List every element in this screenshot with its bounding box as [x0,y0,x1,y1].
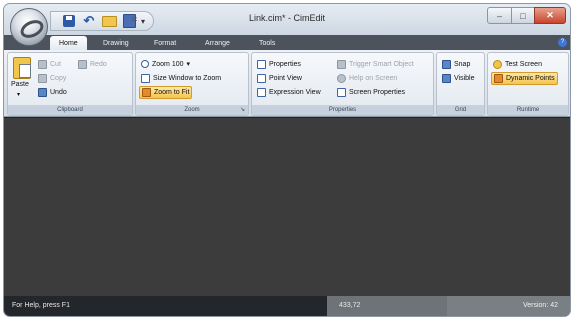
zoom-group-label: Zoom [136,105,248,115]
status-coordinates-pane: 433,72 [327,296,447,316]
ribbon-tab-bar: Home Drawing Format Arrange Tools ? [4,35,570,50]
application-menu-button[interactable] [10,8,48,46]
dynamic-points-label: Dynamic Points [506,75,555,82]
zoom-to-fit-icon [142,88,151,97]
grid-visible-icon [442,73,451,83]
paste-label: Paste [11,81,29,88]
ribbon: Paste ▾ Cut Redo Copy Undo Clipboard Zoo… [4,50,570,117]
point-view-icon [257,73,266,83]
minimize-button[interactable]: – [487,7,512,24]
expression-view-icon [257,87,266,97]
runtime-group: Test Screen Dynamic Points Runtime [487,52,569,116]
test-screen-button[interactable]: Test Screen [491,58,544,70]
cursor-coordinates: 433,72 [339,302,361,309]
trigger-smart-object-button[interactable]: Trigger Smart Object [335,58,416,70]
help-icon[interactable]: ? [558,38,567,47]
undo-label: Undo [50,88,67,96]
zoom-group: Zoom 100 ▾ Size Window to Zoom Zoom to Fi… [135,52,249,116]
lightbulb-icon [493,59,502,69]
visible-button[interactable]: Visible [440,72,477,84]
properties-group: Properties Point View Expression View Tr… [251,52,434,116]
close-icon: ✕ [546,10,554,20]
cut-button[interactable]: Cut [36,58,63,70]
editor-canvas[interactable] [4,117,570,297]
grid-group: Snap Visible Grid [436,52,485,116]
tab-home[interactable]: Home [50,36,87,50]
cut-icon [38,59,47,69]
paste-dropdown-icon: ▾ [17,92,21,98]
window-title: Link.cim* - CimEdit [248,13,325,23]
maximize-button[interactable]: □ [511,7,535,24]
status-help-text: For Help, press F1 [12,302,70,309]
dynamic-points-icon [494,74,503,83]
trigger-smart-object-label: Trigger Smart Object [349,60,414,68]
properties-group-label: Properties [252,105,433,115]
title-bar: ↶ ▾ = Link.cim* - CimEdit – □ ✕ [4,4,570,35]
clipboard-group-label: Clipboard [8,105,132,115]
test-screen-label: Test Screen [505,60,542,68]
paste-icon [13,57,31,79]
screen-properties-icon [337,87,346,97]
app-logo-icon [17,16,47,42]
zoom-100-dropdown[interactable]: Zoom 100 ▾ [139,58,192,70]
grid-group-label: Grid [437,105,484,115]
undo-icon [38,87,47,97]
redo-label: Redo [90,60,107,68]
properties-button[interactable]: Properties [255,58,303,70]
copy-label: Copy [50,74,67,82]
runtime-group-label: Runtime [488,105,568,115]
redo-icon [78,59,87,69]
status-version-pane: Version: 42 [447,296,570,316]
help-on-screen-button[interactable]: Help on Screen [335,72,399,84]
copy-button[interactable]: Copy [36,72,68,84]
snap-icon [442,59,451,69]
point-view-button[interactable]: Point View [255,72,304,84]
chevron-down-icon: ▾ [186,61,191,68]
properties-label: Properties [269,60,301,68]
tab-arrange[interactable]: Arrange [205,37,230,50]
close-button[interactable]: ✕ [534,7,566,24]
help-on-screen-label: Help on Screen [349,74,398,82]
screen-properties-label: Screen Properties [349,88,406,96]
undo-button[interactable]: Undo [36,86,69,98]
zoom-dialog-launcher-icon[interactable]: ↘ [239,107,246,114]
trigger-smart-object-icon [337,59,346,69]
size-window-label: Size Window to Zoom [153,74,222,82]
screen-properties-button[interactable]: Screen Properties [335,86,407,98]
application-window: ↶ ▾ = Link.cim* - CimEdit – □ ✕ Home Dra… [3,3,571,317]
visible-label: Visible [454,74,475,82]
tab-format[interactable]: Format [154,37,176,50]
status-bar: For Help, press F1 433,72 Version: 42 [4,296,570,316]
size-window-icon [141,73,150,83]
expression-view-label: Expression View [269,88,321,96]
tab-drawing[interactable]: Drawing [103,37,129,50]
tab-tools[interactable]: Tools [259,37,275,50]
point-view-label: Point View [269,74,302,82]
zoom-100-label: Zoom 100 [152,60,184,68]
minimize-icon: – [496,10,502,21]
help-on-screen-icon [337,73,346,83]
zoom-to-fit-button[interactable]: Zoom to Fit [139,86,193,99]
maximize-icon: □ [520,10,526,21]
snap-button[interactable]: Snap [440,58,472,70]
magnifier-icon [141,60,149,68]
version-text: Version: 42 [522,302,558,309]
clipboard-group: Paste ▾ Cut Redo Copy Undo Clipboard [7,52,133,116]
properties-icon [257,59,266,69]
expression-view-button[interactable]: Expression View [255,86,323,98]
zoom-to-fit-label: Zoom to Fit [154,89,190,96]
cut-label: Cut [50,60,61,68]
snap-label: Snap [454,60,471,68]
copy-icon [38,73,47,83]
redo-button[interactable]: Redo [76,58,109,70]
size-window-to-zoom-button[interactable]: Size Window to Zoom [139,72,223,84]
dynamic-points-button[interactable]: Dynamic Points [491,72,558,85]
